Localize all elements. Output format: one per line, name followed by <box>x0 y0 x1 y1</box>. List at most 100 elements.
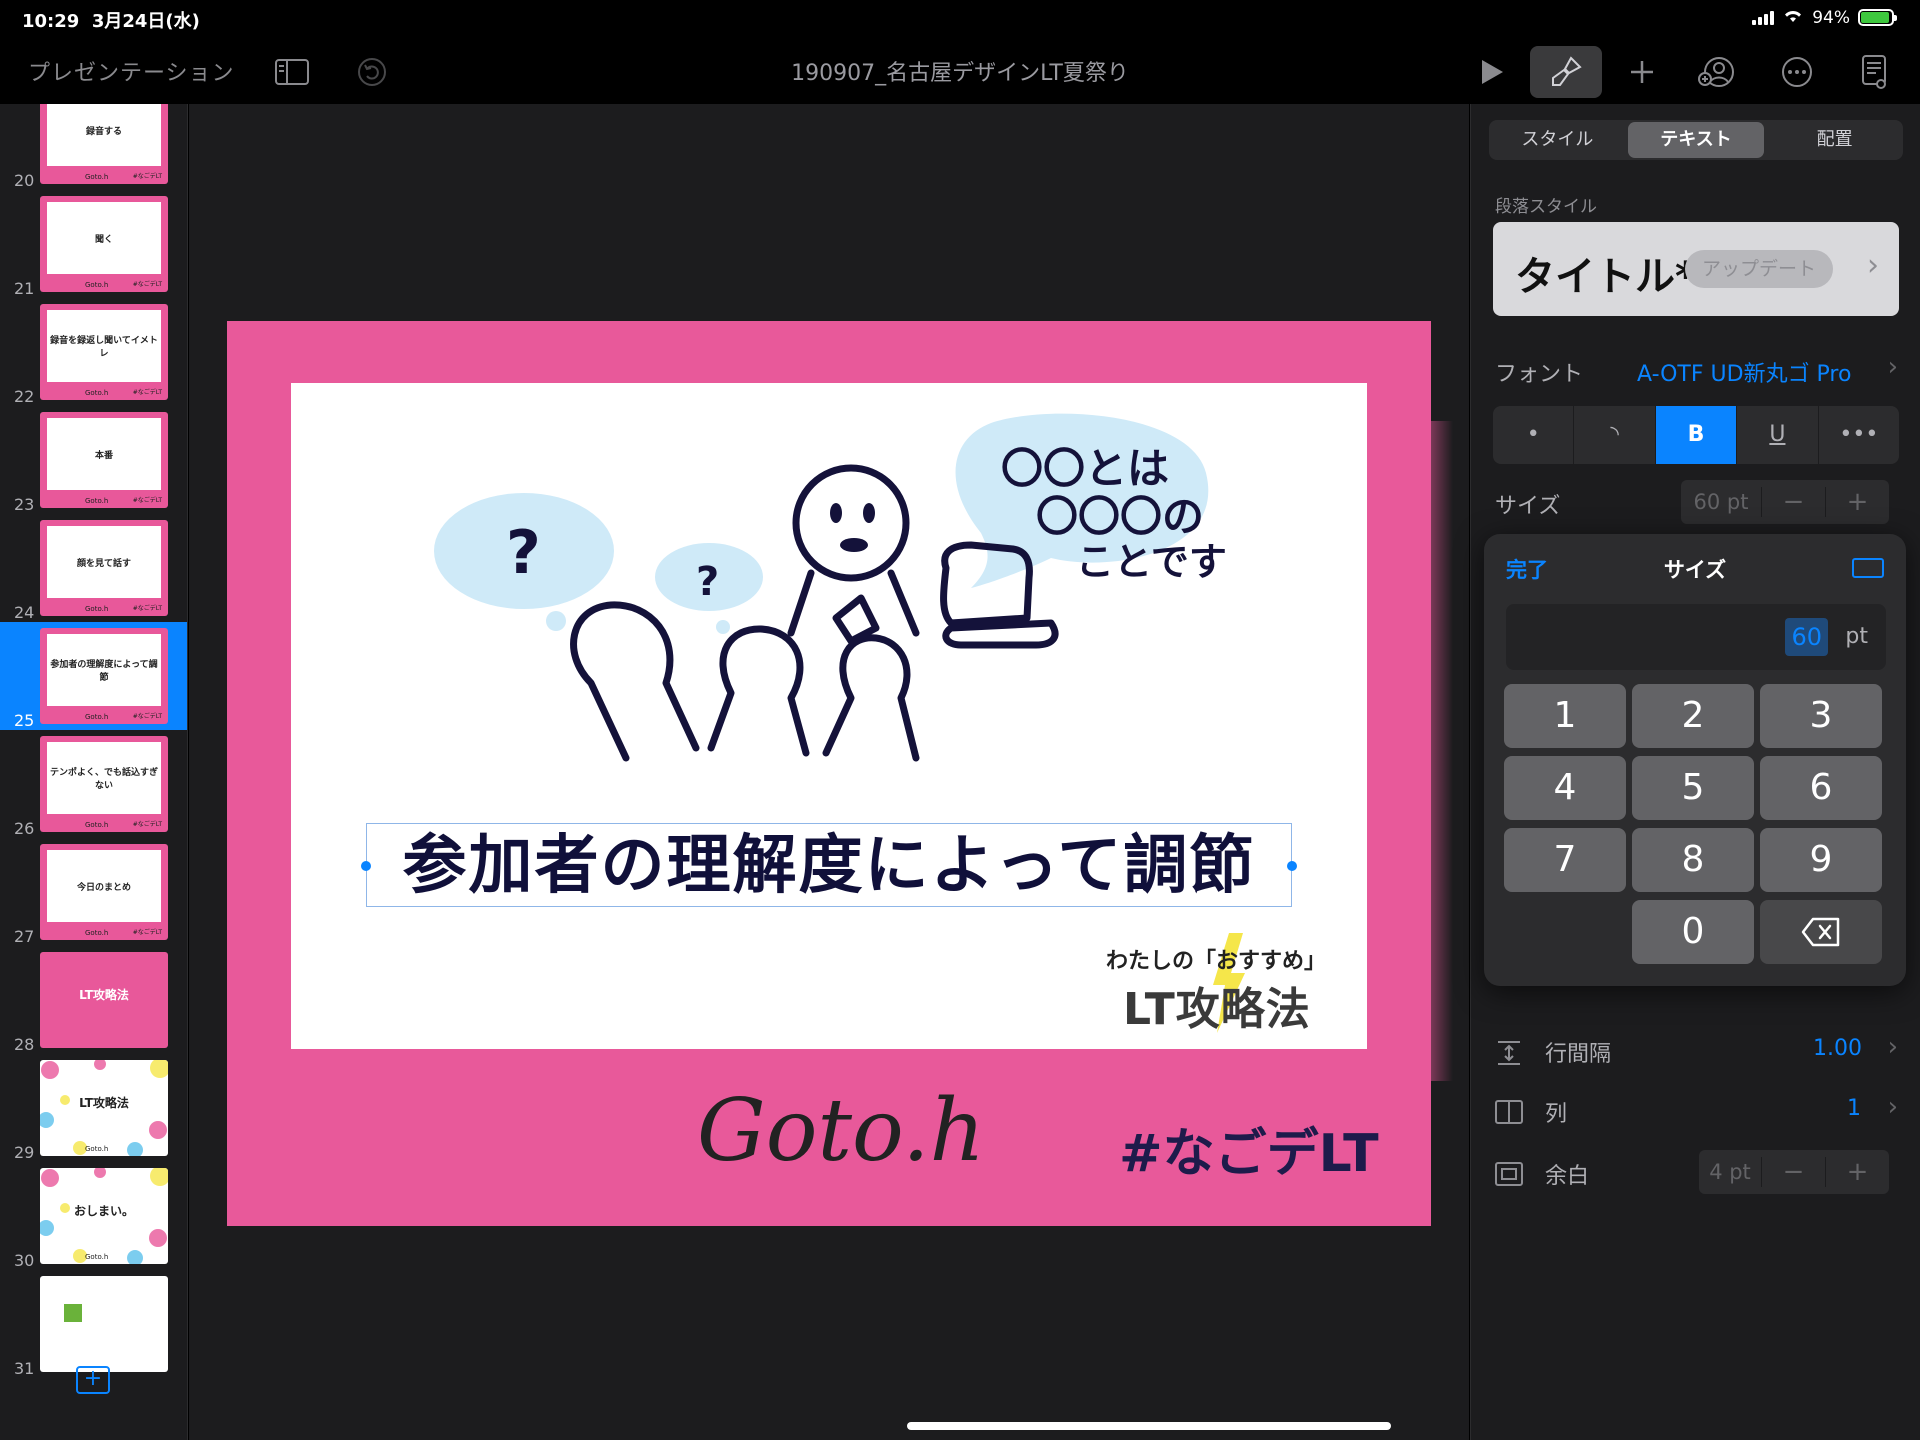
slide-number: 31 <box>14 1359 35 1378</box>
slide-thumbnail-20[interactable]: 録音する Goto.h #なごデLT 20 <box>0 104 187 190</box>
people-illustration: ? ? 〇〇とは 〇〇〇の ことです <box>434 413 1227 762</box>
key-7[interactable]: 7 <box>1504 828 1626 892</box>
columns-icon <box>1495 1100 1523 1124</box>
slide-thumbnail-27[interactable]: 今日のまとめ Goto.h #なごデLT 27 <box>0 838 187 946</box>
thumb-brand: Goto.h <box>85 173 109 181</box>
thumb-hashtag: #なごデLT <box>132 173 162 180</box>
thumb-brand: Goto.h <box>85 281 109 289</box>
thumb-hashtag: #なごデLT <box>132 713 162 720</box>
key-9[interactable]: 9 <box>1760 828 1882 892</box>
slide-thumbnail-28[interactable]: LT攻略法 28 <box>0 946 187 1054</box>
presenter-notes-icon[interactable] <box>1852 50 1896 94</box>
size-input-value[interactable]: 60 <box>1785 618 1828 656</box>
paragraph-style-button[interactable]: タイトル* アップデート › <box>1493 222 1899 316</box>
battery-icon <box>1858 9 1897 26</box>
keyboard-icon[interactable] <box>1852 558 1884 578</box>
tab-style[interactable]: スタイル <box>1489 120 1626 160</box>
battery-percent: 94% <box>1812 7 1850 28</box>
margin-decrease-button[interactable]: − <box>1761 1157 1825 1187</box>
size-stepper[interactable]: 60 pt − + <box>1681 480 1889 524</box>
size-value[interactable]: 60 pt <box>1681 490 1761 514</box>
slide-navigator[interactable]: 録音する Goto.h #なごデLT 20 聞く Goto.h #なごデLT 21 録音を録返し… <box>0 104 188 1440</box>
thumb-brand: Goto.h <box>85 929 109 937</box>
title-text-box[interactable]: 参加者の理解度によって調節 <box>361 823 1297 907</box>
key-6[interactable]: 6 <box>1760 756 1882 820</box>
home-indicator[interactable] <box>907 1422 1391 1430</box>
slide-shadow <box>1427 421 1453 1081</box>
keypad-title: サイズ <box>1663 558 1727 582</box>
format-dot-button[interactable]: • <box>1493 406 1575 464</box>
size-decrease-button[interactable]: − <box>1761 487 1825 517</box>
slide-preview: 参加者の理解度によって調節 Goto.h #なごデLT <box>40 628 168 724</box>
slide-number: 22 <box>14 387 35 406</box>
slide-thumbnail-29[interactable]: LT攻略法 Goto.h 29 <box>0 1054 187 1162</box>
slide-thumbnail-31[interactable]: 31 <box>0 1270 187 1378</box>
slide-number: 27 <box>14 927 35 946</box>
slide-thumbnail-30[interactable]: おしまい。 Goto.h 30 <box>0 1162 187 1270</box>
font-chevron-icon[interactable]: › <box>1888 352 1898 382</box>
key-2[interactable]: 2 <box>1632 684 1754 748</box>
collaborate-icon[interactable] <box>1694 50 1738 94</box>
slide-thumbnail-24[interactable]: 顔を見て話す Goto.h #なごデLT 24 <box>0 514 187 622</box>
line-spacing-value[interactable]: 1.00 <box>1813 1036 1862 1061</box>
slide-preview-text: LT攻略法 <box>47 958 161 1030</box>
columns-chevron-icon[interactable]: › <box>1888 1092 1898 1122</box>
slide-number: 25 <box>14 711 35 730</box>
format-italic-button[interactable]: ◝ <box>1574 406 1656 464</box>
slide-thumbnail-21[interactable]: 聞く Goto.h #なごデLT 21 <box>0 190 187 298</box>
slide-preview: 録音を録返し聞いてイメトレ Goto.h #なごデLT <box>40 304 168 400</box>
size-input-unit: pt <box>1845 624 1868 649</box>
format-brush-icon[interactable] <box>1530 46 1602 98</box>
resize-handle-right[interactable] <box>1287 861 1297 871</box>
format-underline-button[interactable]: U <box>1737 406 1819 464</box>
slide-thumbnail-22[interactable]: 録音を録返し聞いてイメトレ Goto.h #なごデLT 22 <box>0 298 187 406</box>
line-spacing-chevron-icon[interactable]: › <box>1888 1032 1898 1062</box>
add-icon[interactable] <box>1620 50 1664 94</box>
thumb-brand: Goto.h <box>85 713 109 721</box>
current-slide[interactable]: ? ? 〇〇とは 〇〇〇の ことです 参加者の理解度によって調節 わたしの「おす… <box>227 321 1453 1226</box>
slide-preview-text: LT攻略法 <box>79 1095 129 1110</box>
status-time: 10:29 3月24日(水) <box>22 11 200 32</box>
key-8[interactable]: 8 <box>1632 828 1754 892</box>
toolbar: プレゼンテーション 190907_名古屋デザインLT夏祭り <box>0 38 1920 104</box>
slide-thumbnail-23[interactable]: 本番 Goto.h #なごデLT 23 <box>0 406 187 514</box>
tab-arrange[interactable]: 配置 <box>1766 120 1903 160</box>
speech-text-2: 〇〇〇の <box>1036 492 1204 541</box>
slide-thumbnail-25[interactable]: 参加者の理解度によって調節 Goto.h #なごデLT 25 <box>0 622 187 730</box>
more-icon[interactable] <box>1775 50 1819 94</box>
key-0[interactable]: 0 <box>1632 900 1754 964</box>
play-icon[interactable] <box>1470 50 1514 94</box>
decor-dot <box>127 1250 143 1264</box>
update-style-button[interactable]: アップデート <box>1685 250 1833 288</box>
columns-value[interactable]: 1 <box>1847 1096 1861 1121</box>
add-slide-button[interactable]: + <box>76 1366 110 1394</box>
margin-value[interactable]: 4 pt <box>1699 1160 1761 1184</box>
margin-increase-button[interactable]: + <box>1825 1157 1889 1187</box>
slide-preview-text: テンポよく、でも話込すぎない <box>47 742 161 814</box>
key-1[interactable]: 1 <box>1504 684 1626 748</box>
margin-stepper[interactable]: 4 pt − + <box>1699 1150 1889 1194</box>
slide-title[interactable]: 参加者の理解度によって調節 <box>367 824 1291 906</box>
tab-text[interactable]: テキスト <box>1627 122 1765 158</box>
font-value[interactable]: A-OTF UD新丸ゴ Pro <box>1637 356 1851 388</box>
slide-thumbnail-26[interactable]: テンポよく、でも話込すぎない Goto.h #なごデLT 26 <box>0 730 187 838</box>
size-increase-button[interactable]: + <box>1825 487 1889 517</box>
key-3[interactable]: 3 <box>1760 684 1882 748</box>
key-5[interactable]: 5 <box>1632 756 1754 820</box>
status-right: 94% <box>1752 7 1897 28</box>
font-label: フォント <box>1495 362 1584 387</box>
key-4[interactable]: 4 <box>1504 756 1626 820</box>
format-bold-button[interactable]: B <box>1655 406 1738 464</box>
format-more-button[interactable]: ••• <box>1819 406 1899 464</box>
slide-content-area[interactable]: ? ? 〇〇とは 〇〇〇の ことです 参加者の理解度によって調節 わたしの「おす… <box>291 383 1367 1049</box>
thumb-hashtag: #なごデLT <box>132 605 162 612</box>
slide-canvas[interactable]: ? ? 〇〇とは 〇〇〇の ことです 参加者の理解度によって調節 わたしの「おす… <box>189 104 1469 1440</box>
slide-preview: LT攻略法 <box>40 952 168 1048</box>
speech-text: 〇〇とは <box>1001 444 1169 493</box>
size-input-field[interactable]: 60 pt <box>1506 604 1886 670</box>
delete-key[interactable] <box>1760 900 1882 964</box>
resize-handle-left[interactable] <box>361 861 371 871</box>
slide-preview: 今日のまとめ Goto.h #なごデLT <box>40 844 168 940</box>
inspector-tabs: スタイル テキスト 配置 <box>1489 120 1903 160</box>
wifi-icon <box>1782 7 1804 28</box>
